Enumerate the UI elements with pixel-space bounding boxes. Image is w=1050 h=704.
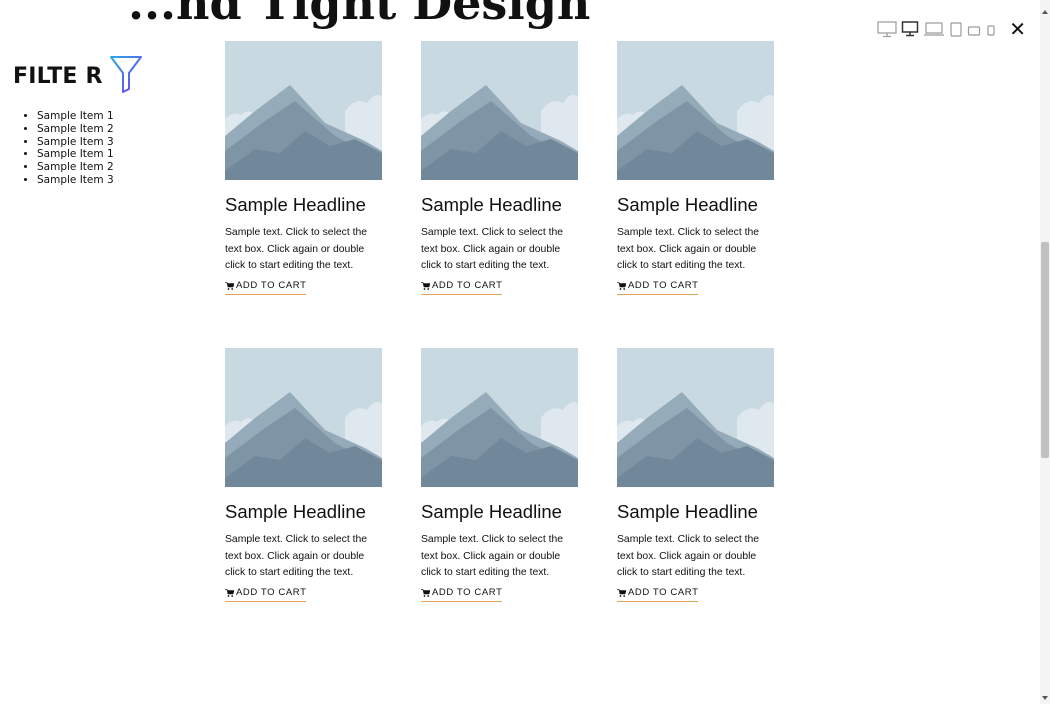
funnel-icon [109,54,143,98]
cart-icon [225,588,234,597]
add-to-cart-button[interactable]: ADD TO CART [421,280,503,295]
filter-item[interactable]: Sample Item 1 [37,110,163,123]
add-to-cart-button[interactable]: ADD TO CART [225,587,307,602]
device-toolbar: ✕ [877,18,1026,40]
product-description: Sample text. Click to select the text bo… [225,227,368,271]
filter-item[interactable]: Sample Item 2 [37,161,163,174]
product-image[interactable] [225,348,382,487]
filter-panel: FILTE R Sample Item 1 Sample Item 2 Samp [13,54,163,187]
product-headline: Sample Headline [421,194,562,215]
cart-icon [421,281,430,290]
cart-icon [617,588,626,597]
laptop-icon [924,22,945,36]
product-image[interactable] [421,348,578,487]
add-to-cart-button[interactable]: ADD TO CART [225,280,307,295]
product-description: Sample text. Click to select the text bo… [617,534,760,578]
filter-item[interactable]: Sample Item 1 [37,148,163,161]
product-image[interactable] [225,41,382,180]
filter-title: FILTE R [13,63,103,89]
cart-icon [421,588,430,597]
product-headline: Sample Headline [617,501,758,522]
add-to-cart-button[interactable]: ADD TO CART [617,280,699,295]
product-image[interactable] [421,41,578,180]
page-heading: ...nd Tight Design [128,0,591,30]
scroll-up-arrow-icon[interactable] [1042,10,1048,14]
add-to-cart-label: ADD TO CART [236,587,307,598]
product-card: Sample Headline Sample text. Click to se… [421,348,578,611]
filter-item[interactable]: Sample Item 2 [37,123,163,136]
product-card: Sample Headline Sample text. Click to se… [617,41,774,304]
cart-icon [225,281,234,290]
filter-list: Sample Item 1 Sample Item 2 Sample Item … [13,110,163,187]
product-description: Sample text. Click to select the text bo… [225,534,368,578]
product-card: Sample Headline Sample text. Click to se… [225,41,382,304]
desktop-large-view-button[interactable] [877,18,897,40]
tablet-landscape-icon [968,26,981,36]
add-to-cart-label: ADD TO CART [432,280,503,291]
monitor-icon [901,21,919,37]
scroll-down-arrow-icon[interactable] [1042,696,1048,700]
add-to-cart-button[interactable]: ADD TO CART [617,587,699,602]
desktop-view-button[interactable] [901,18,919,40]
close-button[interactable]: ✕ [1009,18,1026,40]
filter-header: FILTE R [13,54,163,98]
laptop-view-button[interactable] [923,18,945,40]
product-description: Sample text. Click to select the text bo… [421,534,564,578]
cart-icon [617,281,626,290]
product-grid: Sample Headline Sample text. Click to se… [225,41,774,611]
product-headline: Sample Headline [617,194,758,215]
add-to-cart-button[interactable]: ADD TO CART [421,587,503,602]
vertical-scrollbar[interactable] [1040,0,1050,704]
page: ...nd Tight Design ✕ FILTE R • Sample It… [0,0,1050,704]
scroll-thumb[interactable] [1041,242,1049,458]
phone-icon [987,25,995,36]
product-card: Sample Headline Sample text. Click to se… [225,348,382,611]
tablet-view-button[interactable] [949,18,963,40]
add-to-cart-label: ADD TO CART [628,280,699,291]
tablet-icon [950,22,962,37]
add-to-cart-label: ADD TO CART [628,587,699,598]
filter-item[interactable]: Sample Item 3 [37,136,163,149]
product-image[interactable] [617,41,774,180]
product-headline: Sample Headline [225,194,366,215]
product-description: Sample text. Click to select the text bo… [617,227,760,271]
tablet-landscape-view-button[interactable] [967,18,981,40]
phone-view-button[interactable] [985,18,997,40]
add-to-cart-label: ADD TO CART [236,280,307,291]
product-headline: Sample Headline [225,501,366,522]
product-image[interactable] [617,348,774,487]
add-to-cart-label: ADD TO CART [432,587,503,598]
product-card: Sample Headline Sample text. Click to se… [617,348,774,611]
monitor-icon [877,21,897,38]
product-headline: Sample Headline [421,501,562,522]
close-icon: ✕ [1009,17,1026,41]
filter-item[interactable]: Sample Item 3 [37,174,163,187]
product-description: Sample text. Click to select the text bo… [421,227,564,271]
product-card: Sample Headline Sample text. Click to se… [421,41,578,304]
